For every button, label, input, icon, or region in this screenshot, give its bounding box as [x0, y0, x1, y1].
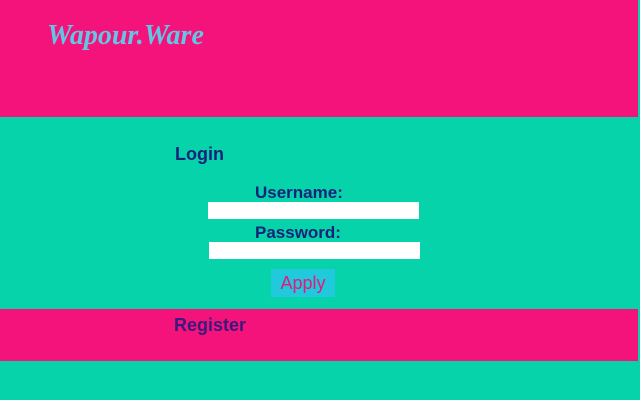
- login-title: Login: [175, 144, 224, 164]
- username-input[interactable]: [208, 202, 419, 219]
- brand-logo-text: Wapour.Ware: [47, 20, 204, 51]
- password-input[interactable]: [209, 242, 420, 259]
- login-section: Login Username: Password: Apply: [0, 117, 640, 309]
- apply-button[interactable]: Apply: [271, 269, 335, 297]
- header-banner: Wapour.Ware: [0, 0, 638, 117]
- password-label: Password:: [255, 223, 341, 242]
- register-band: Register: [0, 309, 638, 361]
- username-label: Username:: [255, 183, 343, 202]
- register-link[interactable]: Register: [174, 314, 246, 336]
